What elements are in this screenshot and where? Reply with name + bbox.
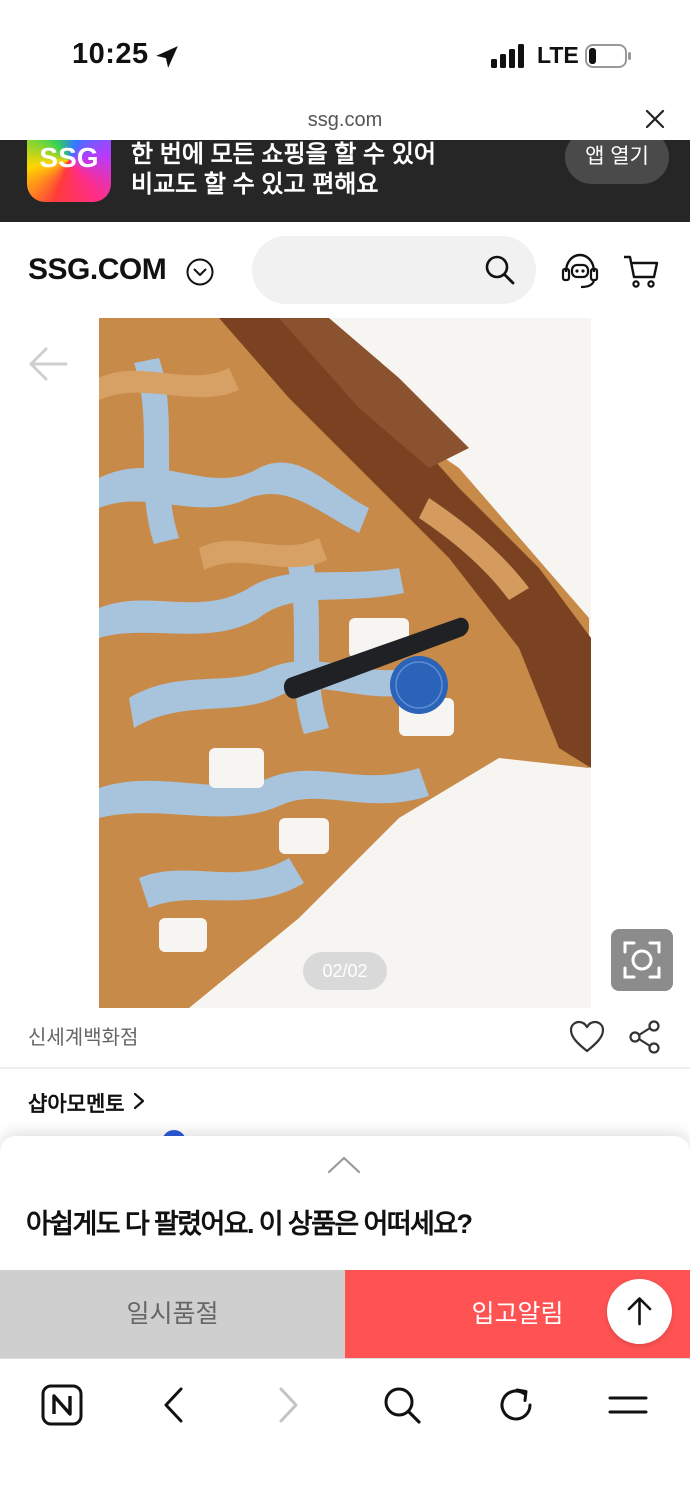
soldout-message: 아쉽게도 다 팔렸어요. 이 상품은 어떠세요? [26,1209,473,1239]
lens-search-icon [623,941,661,979]
back-arrow-icon[interactable] [28,346,68,382]
ssg-app-logo: SSG [27,140,111,202]
open-app-button[interactable]: 앱 열기 [565,140,669,184]
soldout-sheet: 아쉽게도 다 팔렸어요. 이 상품은 어떠세요? [0,1136,690,1272]
image-counter: 02/02 [303,952,387,990]
status-bar: 10:25 LTE [0,0,690,100]
banner-line-1: 한 번에 모든 쇼핑을 할 수 있어 [131,141,436,168]
soldout-button[interactable]: 일시품절 [0,1270,345,1358]
brand-logo[interactable]: SSG.COM [28,253,167,287]
chevron-up-icon[interactable] [326,1154,362,1176]
search-input[interactable] [252,236,536,304]
product-image[interactable] [99,318,591,1008]
menu-icon[interactable] [606,1383,650,1427]
bottom-action-bar: 일시품절 입고알림 [0,1270,690,1358]
app-install-banner[interactable]: SSG 한 번에 모든 쇼핑을 할 수 있어 비교도 할 수 있고 편해요 앱 … [0,140,690,222]
divider [0,1067,690,1069]
customer-service-icon[interactable] [560,252,600,290]
close-icon[interactable] [644,108,666,130]
battery-icon [585,44,631,68]
cart-icon[interactable] [622,253,660,289]
ssg-logo-text: SSG [39,142,99,173]
status-time: 10:25 [72,38,149,70]
scroll-top-button[interactable] [607,1279,672,1344]
back-icon[interactable] [152,1383,196,1427]
chevron-down-icon[interactable] [186,258,214,286]
arrow-up-icon [627,1297,652,1326]
heart-icon[interactable] [569,1020,605,1054]
signal-icon [491,44,524,68]
chevron-right-icon[interactable] [132,1091,146,1111]
banner-line-2: 비교도 할 수 있고 편해요 [131,171,379,198]
shop-link[interactable]: 샵아모멘토 [28,1088,125,1118]
site-header: SSG.COM [0,222,690,317]
browser-toolbar [0,1358,690,1500]
lens-search-button[interactable] [611,929,673,991]
location-icon [156,46,178,68]
network-type: LTE [537,42,579,68]
share-icon[interactable] [629,1020,661,1054]
reload-icon[interactable] [494,1383,538,1427]
url-bar[interactable]: ssg.com [0,100,690,142]
naver-n-icon[interactable] [40,1383,84,1427]
search-icon[interactable] [380,1383,424,1427]
url-domain[interactable]: ssg.com [0,109,690,132]
seller-name[interactable]: 신세계백화점 [28,1021,138,1050]
banner-message: 한 번에 모든 쇼핑을 할 수 있어 비교도 할 수 있고 편해요 [131,140,436,200]
search-icon[interactable] [484,254,516,286]
forward-icon[interactable] [266,1383,310,1427]
woven-leather-bag-photo [99,318,591,1008]
